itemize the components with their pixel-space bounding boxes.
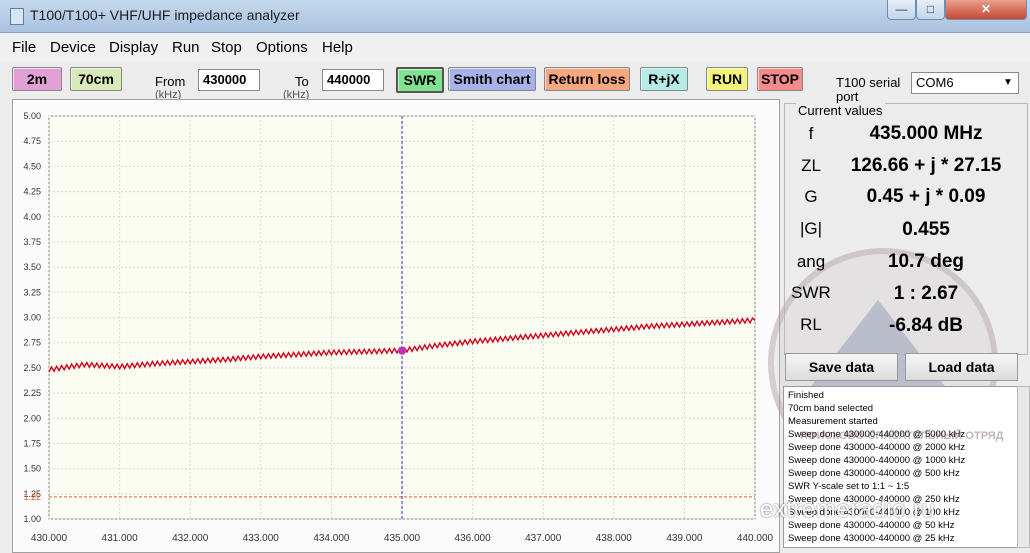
y-tick-label: 3.50 bbox=[23, 262, 41, 272]
log-line: Sweep done 430000-440000 @ 1000 kHz bbox=[788, 455, 966, 466]
x-tick-label: 439.000 bbox=[666, 533, 703, 544]
serial-port-label: T100 serial port bbox=[836, 75, 901, 104]
cv-value-g: 0.45 + j * 0.09 bbox=[866, 186, 986, 207]
y-tick-label: 5.00 bbox=[23, 111, 41, 121]
menu-help[interactable]: Help bbox=[322, 39, 353, 56]
y-tick-label: 2.25 bbox=[23, 388, 41, 398]
band-2m-button[interactable]: 2m bbox=[12, 67, 62, 91]
load-data-button[interactable]: Load data bbox=[905, 353, 1018, 381]
x-tick-label: 440.000 bbox=[737, 533, 774, 544]
cv-value-rl: -6.84 dB bbox=[889, 315, 963, 336]
minimize-button[interactable]: — bbox=[887, 0, 916, 20]
cv-value-zl: 126.66 + j * 27.15 bbox=[850, 155, 1002, 176]
run-button[interactable]: RUN bbox=[706, 67, 748, 91]
chevron-down-icon[interactable]: ▼ bbox=[1000, 74, 1016, 91]
y-tick-label: 4.00 bbox=[23, 212, 41, 222]
y-tick-label: 1.00 bbox=[23, 514, 41, 524]
y-tick-label: 4.50 bbox=[23, 161, 41, 171]
rjx-button[interactable]: R+jX bbox=[640, 67, 688, 91]
cv-value-ang: 10.7 deg bbox=[887, 251, 965, 272]
window-title: T100/T100+ VHF/UHF impedance analyzer bbox=[30, 7, 300, 23]
close-button[interactable]: ✕ bbox=[945, 0, 1027, 20]
y-tick-label: 4.25 bbox=[23, 187, 41, 197]
save-data-button[interactable]: Save data bbox=[785, 353, 898, 381]
log-line: Sweep done 430000-440000 @ 2000 kHz bbox=[788, 442, 966, 453]
current-point-marker bbox=[398, 346, 406, 355]
serial-port-select[interactable]: COM6 ▼ bbox=[911, 72, 1019, 94]
log-line: Measurement started bbox=[788, 416, 878, 427]
stop-button[interactable]: STOP bbox=[757, 67, 803, 91]
x-tick-label: 435.000 bbox=[384, 533, 421, 544]
y-tick-label: 2.50 bbox=[23, 363, 41, 373]
y-tick-label: 3.00 bbox=[23, 313, 41, 323]
log-scrollbar[interactable] bbox=[1017, 386, 1030, 548]
band-70cm-button[interactable]: 70cm bbox=[70, 67, 122, 91]
y-tick-label: 1.75 bbox=[23, 438, 41, 448]
y-tick-label: 4.75 bbox=[23, 136, 41, 146]
y-tick-label: 1.50 bbox=[23, 464, 41, 474]
from-label: From bbox=[155, 74, 186, 89]
x-tick-label: 437.000 bbox=[525, 533, 562, 544]
watermark-text: extremeradio.ru bbox=[760, 496, 936, 523]
y-tick-label: 3.75 bbox=[23, 237, 41, 247]
cv-value-f: 435.000 MHz bbox=[869, 123, 983, 144]
chart-canvas: 5.00 4.75 4.50 4.25 4.00 3.75 3.50 3.25 3.00 2.75… bbox=[23, 111, 774, 544]
x-tick-label: 432.000 bbox=[172, 533, 209, 544]
x-tick-label: 431.000 bbox=[102, 533, 139, 544]
log-line: 70cm band selected bbox=[788, 403, 874, 414]
smith-chart-button[interactable]: Smith chart bbox=[448, 67, 536, 91]
threshold-label: 1.22 bbox=[23, 492, 41, 502]
log-line: Finished bbox=[788, 390, 824, 401]
maximize-button[interactable]: □ bbox=[916, 0, 945, 20]
to-frequency-input[interactable]: 440000 bbox=[322, 69, 384, 91]
from-frequency-input[interactable]: 430000 bbox=[198, 69, 260, 91]
emblem-text: ПОИСКОВО-СПАСАТЕЛЬНЫЙ ОТРЯД bbox=[800, 430, 1004, 442]
log-line: Sweep done 430000-440000 @ 500 kHz bbox=[788, 468, 960, 479]
menu-options[interactable]: Options bbox=[256, 39, 308, 56]
x-tick-label: 436.000 bbox=[455, 533, 492, 544]
x-tick-label: 438.000 bbox=[596, 533, 633, 544]
to-label: To bbox=[295, 74, 309, 89]
log-line: SWR Y-scale set to 1:1 ~ 1:5 bbox=[788, 481, 910, 492]
menu-run[interactable]: Run bbox=[172, 39, 200, 56]
serial-port-value: COM6 bbox=[916, 75, 954, 90]
log-line: Sweep done 430000-440000 @ 25 kHz bbox=[788, 533, 955, 544]
menu-display[interactable]: Display bbox=[109, 39, 158, 56]
cv-value-abs-g: 0.455 bbox=[902, 219, 950, 240]
swr-button[interactable]: SWR bbox=[396, 67, 444, 93]
menu-device[interactable]: Device bbox=[50, 39, 96, 56]
x-tick-label: 430.000 bbox=[31, 533, 68, 544]
menu-stop[interactable]: Stop bbox=[211, 39, 242, 56]
menu-file[interactable]: File bbox=[12, 39, 36, 56]
current-values-title: Current values bbox=[796, 103, 885, 118]
swr-chart[interactable]: 5.00 4.75 4.50 4.25 4.00 3.75 3.50 3.25 3.00 2.75… bbox=[12, 99, 780, 553]
x-tick-label: 434.000 bbox=[313, 533, 350, 544]
y-tick-label: 2.75 bbox=[23, 338, 41, 348]
y-tick-label: 2.00 bbox=[23, 413, 41, 423]
return-loss-button[interactable]: Return loss bbox=[544, 67, 630, 91]
app-icon bbox=[10, 8, 24, 25]
y-tick-label: 3.25 bbox=[23, 287, 41, 297]
x-tick-label: 433.000 bbox=[243, 533, 280, 544]
cv-value-swr: 1 : 2.67 bbox=[893, 283, 959, 304]
